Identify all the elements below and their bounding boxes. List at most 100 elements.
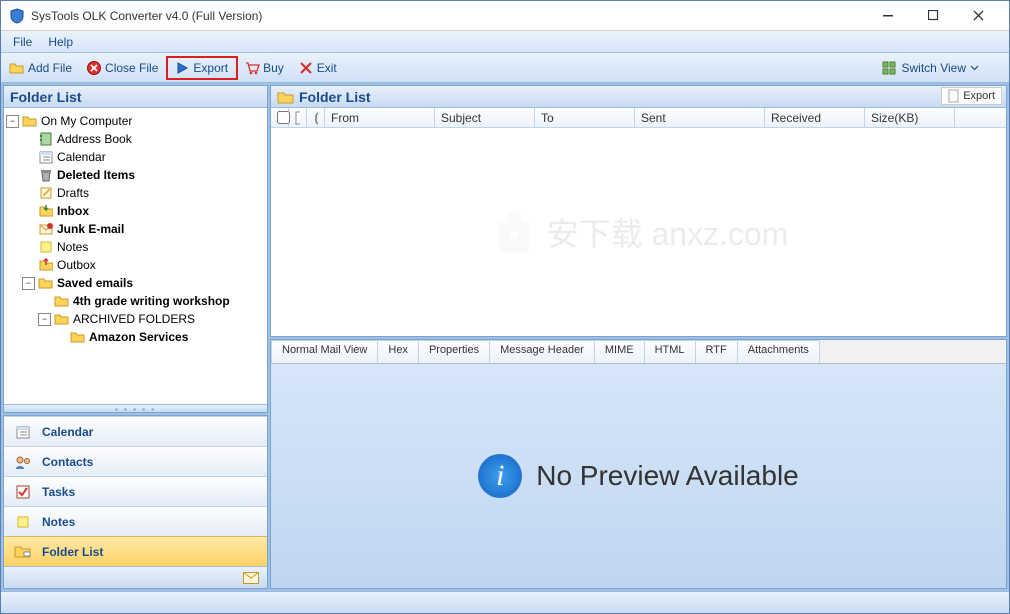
column-header[interactable]: Sent: [635, 108, 765, 127]
menubar: File Help: [1, 31, 1009, 53]
mail-icon[interactable]: [243, 572, 259, 584]
add-file-button[interactable]: Add File: [3, 58, 78, 78]
calendar-icon: [12, 423, 34, 441]
folder-open-icon: [9, 60, 25, 76]
message-list-panel: Folder List Export FromSubjectToSentRece…: [270, 85, 1007, 337]
nav-calendar[interactable]: Calendar: [4, 416, 267, 446]
tree-item[interactable]: Inbox: [6, 202, 265, 220]
folder-tree[interactable]: −On My Computer Address Book Calendar Delet…: [4, 108, 267, 404]
folder-icon: [70, 329, 86, 345]
tree-toggle[interactable]: −: [38, 313, 51, 326]
window-title: SysTools OLK Converter v4.0 (Full Versio…: [31, 9, 866, 23]
tree-item[interactable]: −ARCHIVED FOLDERS: [6, 310, 265, 328]
tab-properties[interactable]: Properties: [418, 340, 490, 363]
nav-stack: CalendarContactsTasksNotesFolder List: [3, 415, 268, 589]
folder-icon: [22, 113, 38, 129]
outbox-icon: [38, 257, 54, 273]
tree-label: Amazon Services: [89, 330, 188, 344]
column-header[interactable]: Size(KB): [865, 108, 955, 127]
tree-label: Deleted Items: [57, 168, 135, 182]
grid-icon: [882, 61, 898, 75]
preview-message: No Preview Available: [536, 460, 799, 492]
drafts-icon: [38, 185, 54, 201]
close-button[interactable]: [956, 2, 1001, 30]
maximize-button[interactable]: [911, 2, 956, 30]
column-header[interactable]: [307, 108, 325, 127]
tree-item[interactable]: Calendar: [6, 148, 265, 166]
folder-tree-panel: Folder List −On My Computer Address Book C…: [3, 85, 268, 413]
resize-grip[interactable]: ▪ ▪ ▪ ▪ ▪: [4, 404, 267, 412]
tree-toggle[interactable]: −: [22, 277, 35, 290]
notes-icon: [38, 239, 54, 255]
tab-mime[interactable]: MIME: [594, 340, 645, 363]
tree-item[interactable]: 4th grade writing workshop: [6, 292, 265, 310]
export-button[interactable]: Export: [168, 58, 234, 78]
column-header[interactable]: [289, 108, 307, 127]
folder-icon: [54, 293, 70, 309]
menu-help[interactable]: Help: [40, 33, 81, 51]
buy-button[interactable]: Buy: [238, 58, 290, 78]
folder-icon: [54, 311, 70, 327]
switch-view-button[interactable]: Switch View: [874, 59, 987, 77]
statusbar: [1, 591, 1009, 613]
watermark: 安下载 anxz.com: [489, 207, 789, 257]
tab-html[interactable]: HTML: [644, 340, 696, 363]
tab-attachments[interactable]: Attachments: [737, 340, 820, 363]
tree-item[interactable]: Outbox: [6, 256, 265, 274]
tree-label: Address Book: [57, 132, 132, 146]
tab-rtf[interactable]: RTF: [695, 340, 738, 363]
close-circle-icon: [86, 60, 102, 76]
menu-file[interactable]: File: [5, 33, 40, 51]
folder-icon: [38, 275, 54, 291]
calendar-icon: [38, 149, 54, 165]
tree-item[interactable]: Deleted Items: [6, 166, 265, 184]
tree-label: Junk E-mail: [57, 222, 124, 236]
left-pane: Folder List −On My Computer Address Book C…: [3, 85, 268, 589]
column-header[interactable]: To: [535, 108, 635, 127]
tab-message-header[interactable]: Message Header: [489, 340, 595, 363]
tree-item[interactable]: Junk E-mail: [6, 220, 265, 238]
nav-contacts[interactable]: Contacts: [4, 446, 267, 476]
inbox-icon: [38, 203, 54, 219]
tree-item[interactable]: Notes: [6, 238, 265, 256]
folder-icon: [277, 89, 295, 105]
tree-toggle[interactable]: −: [6, 115, 19, 128]
tree-item[interactable]: Address Book: [6, 130, 265, 148]
app-window: SysTools OLK Converter v4.0 (Full Versio…: [0, 0, 1010, 614]
tab-normal-mail-view[interactable]: Normal Mail View: [271, 340, 378, 363]
column-header[interactable]: Received: [765, 108, 865, 127]
tab-hex[interactable]: Hex: [377, 340, 419, 363]
nav-tasks[interactable]: Tasks: [4, 476, 267, 506]
tree-label: Outbox: [57, 258, 96, 272]
body: Folder List −On My Computer Address Book C…: [1, 83, 1009, 591]
tree-label: 4th grade writing workshop: [73, 294, 230, 308]
tree-item[interactable]: Amazon Services: [6, 328, 265, 346]
play-icon: [174, 60, 190, 76]
toolbar: Add File Close File Export Buy Exit Swit…: [1, 53, 1009, 83]
nav-notes[interactable]: Notes: [4, 506, 267, 536]
preview-panel: Normal Mail ViewHexPropertiesMessage Hea…: [270, 339, 1007, 589]
tree-item[interactable]: −On My Computer: [6, 112, 265, 130]
export-highlight: Export: [166, 56, 238, 80]
nav-folder-list[interactable]: Folder List: [4, 536, 267, 566]
titlebar: SysTools OLK Converter v4.0 (Full Versio…: [1, 1, 1009, 31]
contacts-icon: [12, 453, 34, 471]
preview-body: i No Preview Available: [271, 364, 1006, 588]
column-header[interactable]: From: [325, 108, 435, 127]
tree-item[interactable]: −Saved emails: [6, 274, 265, 292]
tree-item[interactable]: Drafts: [6, 184, 265, 202]
info-icon: i: [478, 454, 522, 498]
exit-button[interactable]: Exit: [292, 58, 343, 78]
preview-tabs: Normal Mail ViewHexPropertiesMessage Hea…: [271, 340, 1006, 364]
tree-label: Calendar: [57, 150, 106, 164]
folder-tree-header: Folder List: [4, 86, 267, 108]
folderlist-icon: [12, 543, 34, 561]
nav-footer: [4, 566, 267, 588]
column-header[interactable]: [271, 108, 289, 127]
column-header[interactable]: Subject: [435, 108, 535, 127]
notes-icon: [12, 513, 34, 531]
message-list-body[interactable]: 安下载 anxz.com: [271, 128, 1006, 336]
export-list-button[interactable]: Export: [941, 87, 1002, 105]
minimize-button[interactable]: [866, 2, 911, 30]
close-file-button[interactable]: Close File: [80, 58, 164, 78]
